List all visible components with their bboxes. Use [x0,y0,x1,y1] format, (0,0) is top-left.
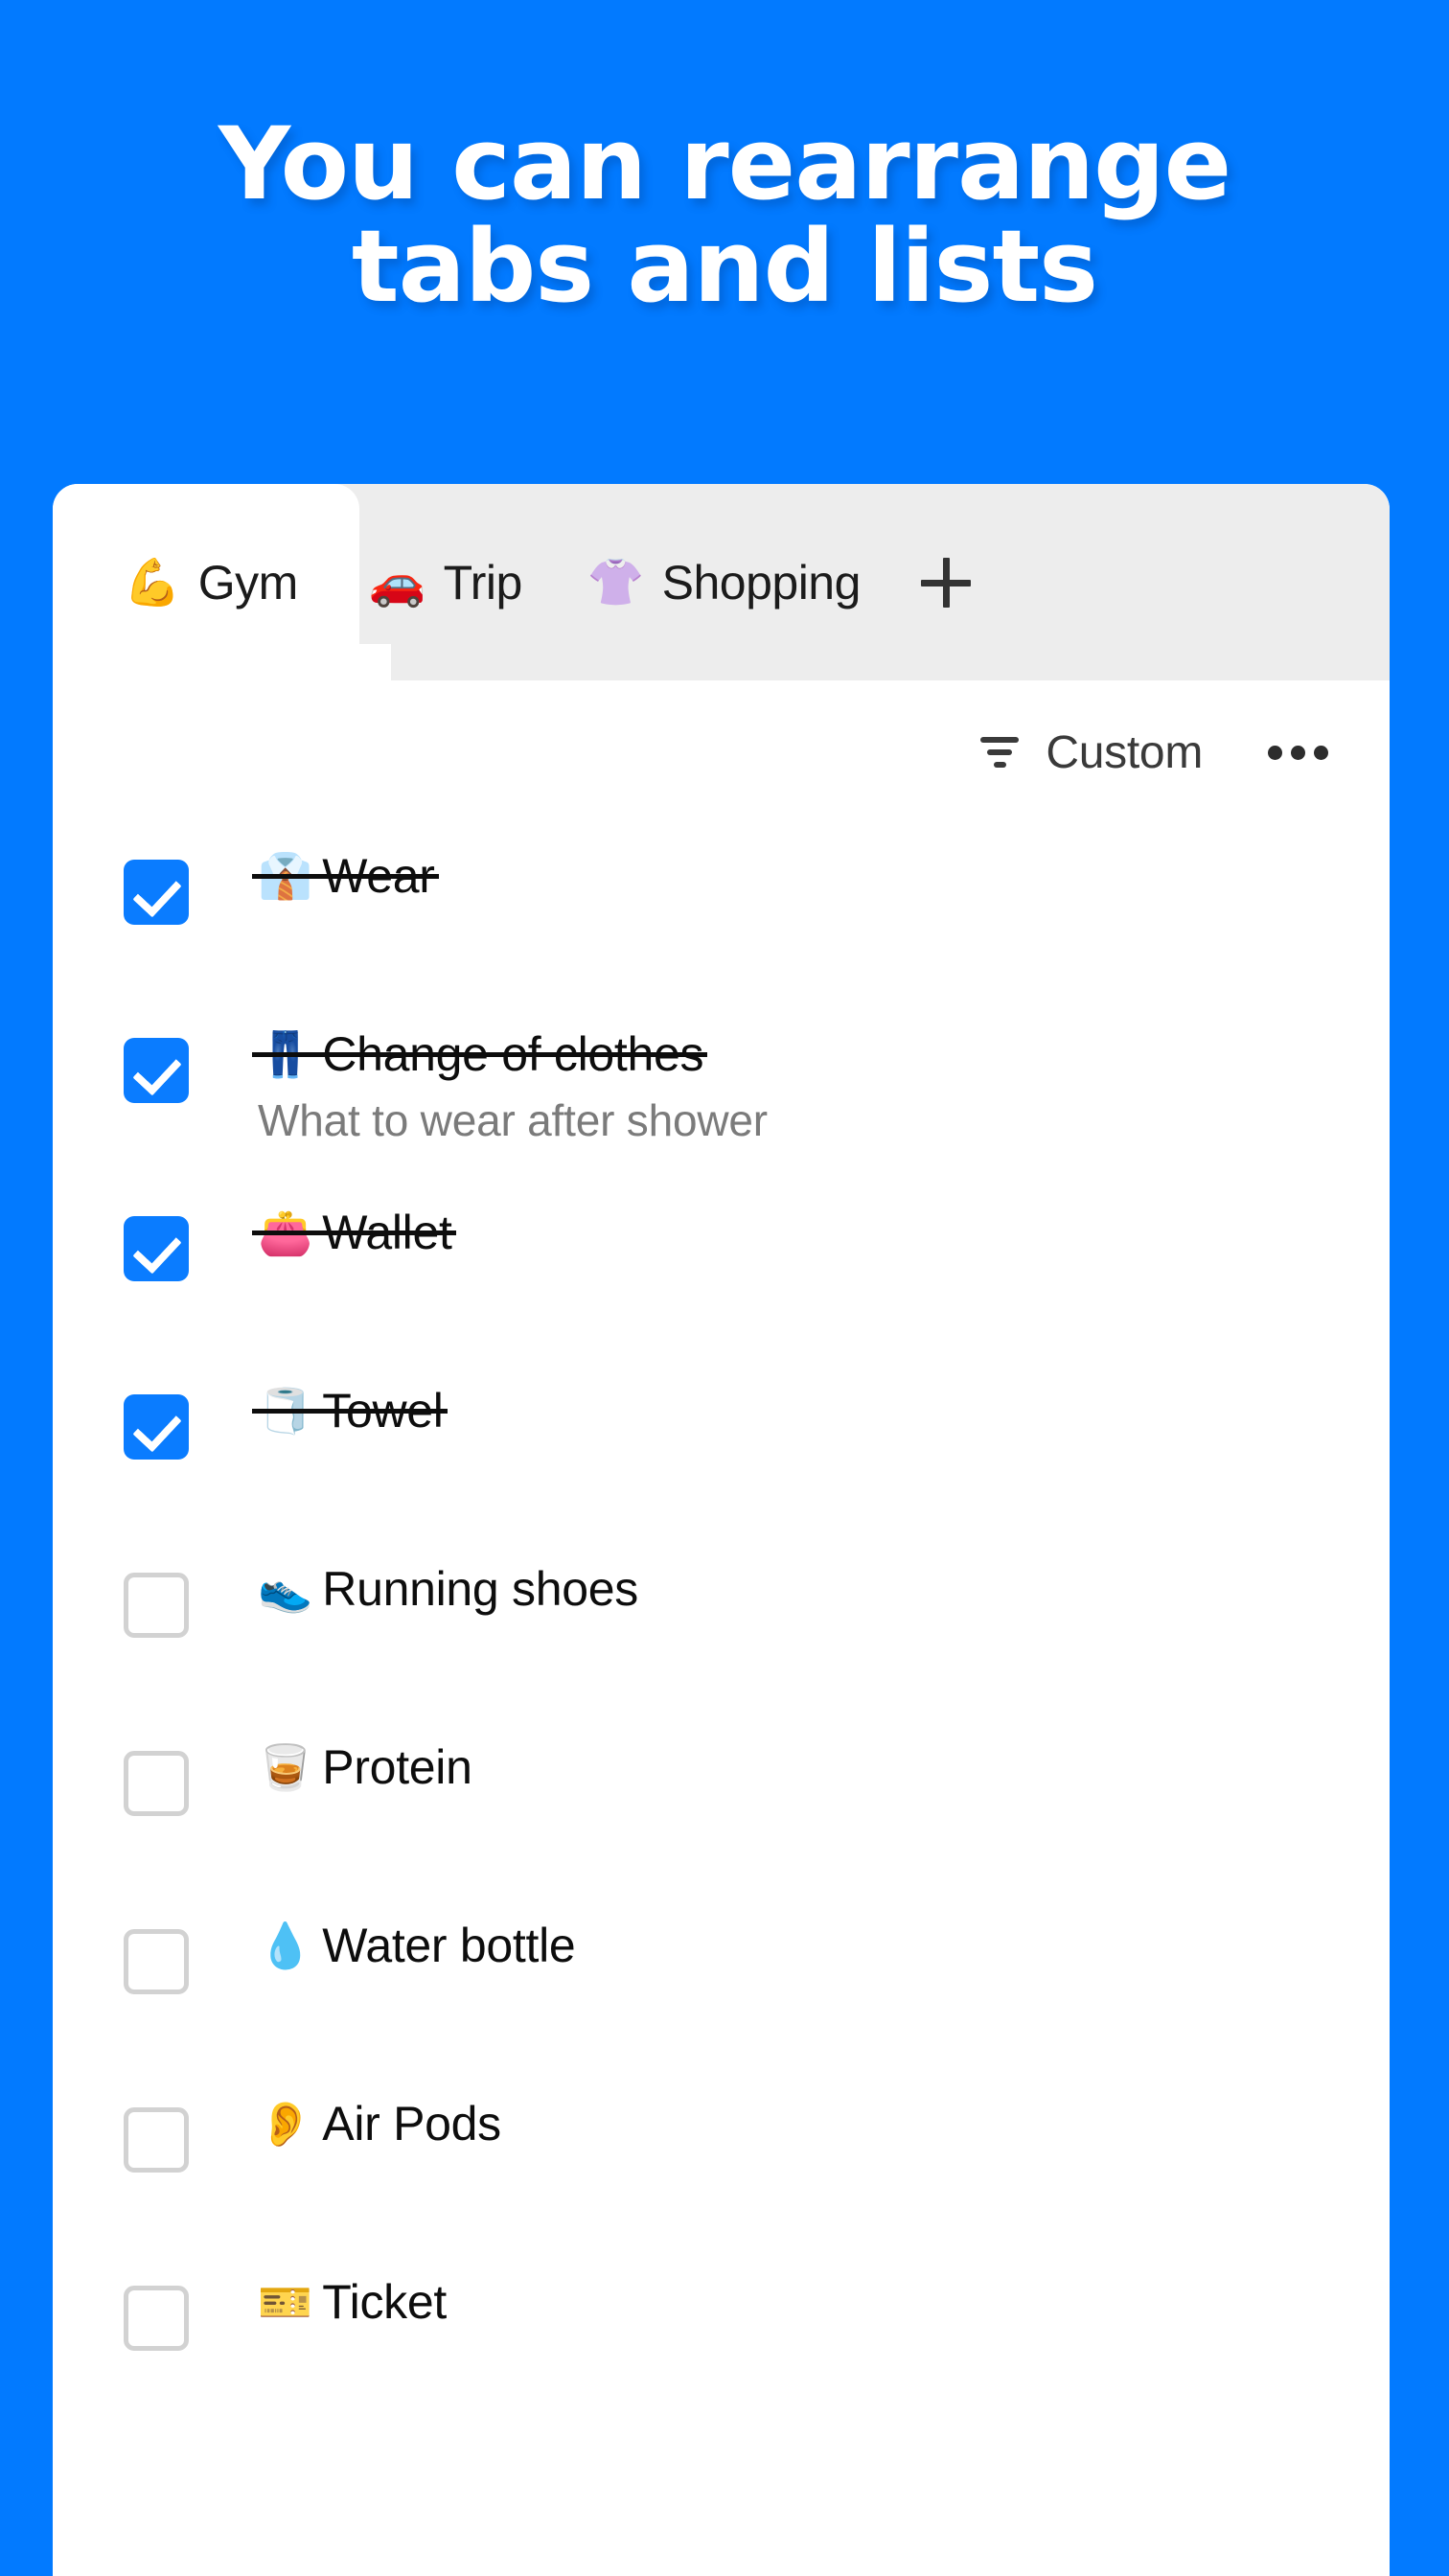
checkbox-unchecked-icon[interactable] [124,1929,189,1994]
tab-label: Trip [443,555,523,610]
list-item-body: 💧 Water bottle [258,1894,576,1972]
list-item-title: Air Pods [322,2097,501,2150]
list-item-emoji-icon: 👛 [258,1207,313,1258]
list-item-emoji-icon: 👔 [258,850,313,902]
list-item-title: Protein [322,1740,472,1794]
tab-label: Shopping [661,555,862,610]
list-item-title: Change of clothes [322,1027,704,1081]
list-item-title-row: 👛 Wallet [258,1206,452,1259]
list-item-emoji-icon: 🎫 [258,2276,313,2328]
list-item-body: 👟 Running shoes [258,1537,638,1616]
list-item-title-row: 👂 Air Pods [258,2097,501,2150]
list-item-body: 👛 Wallet [258,1181,452,1259]
tab-emoji-icon: 👚 [586,555,645,610]
tab-trip[interactable]: 🚗 Trip [336,484,555,680]
list-item-emoji-icon: 💧 [258,1920,313,1971]
checkbox-checked-icon[interactable] [124,1216,189,1281]
tab-emoji-icon: 🚗 [368,555,426,610]
list-item[interactable]: 🎫 Ticket [53,2250,1390,2428]
tab-shopping[interactable]: 👚 Shopping [555,484,893,680]
checkbox-unchecked-icon[interactable] [124,2286,189,2351]
list-item-body: 🎫 Ticket [258,2250,447,2329]
checkbox-unchecked-icon[interactable] [124,2107,189,2173]
list-item[interactable]: 👟 Running shoes [53,1537,1390,1715]
list-item-note: What to wear after shower [258,1095,768,1145]
list-item[interactable]: 🧻 Towel [53,1359,1390,1537]
list-item-body: 🥃 Protein [258,1715,472,1794]
sort-order-button[interactable]: Custom [978,726,1203,779]
list-item-title-row: 👖 Change of clothes [258,1027,704,1081]
list-item[interactable]: 👛 Wallet [53,1181,1390,1359]
list-item[interactable]: 👖 Change of clothes What to wear after sho… [53,1002,1390,1181]
app-card: 💪 Gym 🚗 Trip 👚 Shopping Custom 👔 Wear 👖 Change o… [53,484,1390,2576]
list-item[interactable]: 🥃 Protein [53,1715,1390,1894]
list-item[interactable]: 👔 Wear [53,824,1390,1002]
list-item-emoji-icon: 🥃 [258,1741,313,1793]
checkbox-checked-icon[interactable] [124,860,189,925]
list-item[interactable]: 💧 Water bottle [53,1894,1390,2072]
list-item-title-row: 👔 Wear [258,849,435,903]
checkbox-unchecked-icon[interactable] [124,1751,189,1816]
list-item-title-row: 👟 Running shoes [258,1562,638,1616]
list-item-body: 👖 Change of clothes What to wear after sho… [258,1002,768,1146]
checkbox-checked-icon[interactable] [124,1394,189,1460]
list-item-emoji-icon: 👖 [258,1028,313,1080]
list-toolbar: Custom [53,680,1390,824]
list-item-body: 👔 Wear [258,824,435,903]
list-item-title-row: 🎫 Ticket [258,2275,447,2329]
checkbox-unchecked-icon[interactable] [124,1573,189,1638]
sort-icon [978,735,1021,770]
dot-icon [1291,745,1305,760]
dot-icon [1314,745,1328,760]
list-item-body: 🧻 Towel [258,1359,444,1438]
list-item-title-row: 🥃 Protein [258,1740,472,1794]
list-item-title: Running shoes [322,1562,638,1616]
tab-bar: 💪 Gym 🚗 Trip 👚 Shopping [53,484,1390,680]
tab-list: 💪 Gym 🚗 Trip 👚 Shopping [53,484,999,680]
add-tab-button[interactable] [893,484,999,680]
plus-icon [920,557,971,608]
checklist: 👔 Wear 👖 Change of clothes What to wear afte… [53,824,1390,2428]
list-item-title-row: 💧 Water bottle [258,1919,576,1972]
dot-icon [1268,745,1282,760]
list-item-title: Towel [322,1384,444,1438]
more-options-button[interactable] [1262,734,1334,771]
list-item-title: Wear [322,849,435,903]
tab-gym[interactable]: 💪 Gym [53,484,336,680]
page-headline: You can rearrange tabs and lists [218,104,1231,325]
list-item[interactable]: 👂 Air Pods [53,2072,1390,2250]
list-item-title: Wallet [322,1206,452,1259]
list-item-emoji-icon: 👟 [258,1563,313,1615]
list-item-body: 👂 Air Pods [258,2072,501,2150]
list-item-title: Ticket [322,2275,447,2329]
list-item-emoji-icon: 👂 [258,2098,313,2150]
tab-label: Gym [197,555,299,610]
list-item-emoji-icon: 🧻 [258,1385,313,1437]
tab-emoji-icon: 💪 [124,555,181,610]
list-item-title-row: 🧻 Towel [258,1384,444,1438]
list-item-title: Water bottle [322,1919,576,1972]
sort-order-label: Custom [1046,726,1203,778]
checkbox-checked-icon[interactable] [124,1038,189,1103]
